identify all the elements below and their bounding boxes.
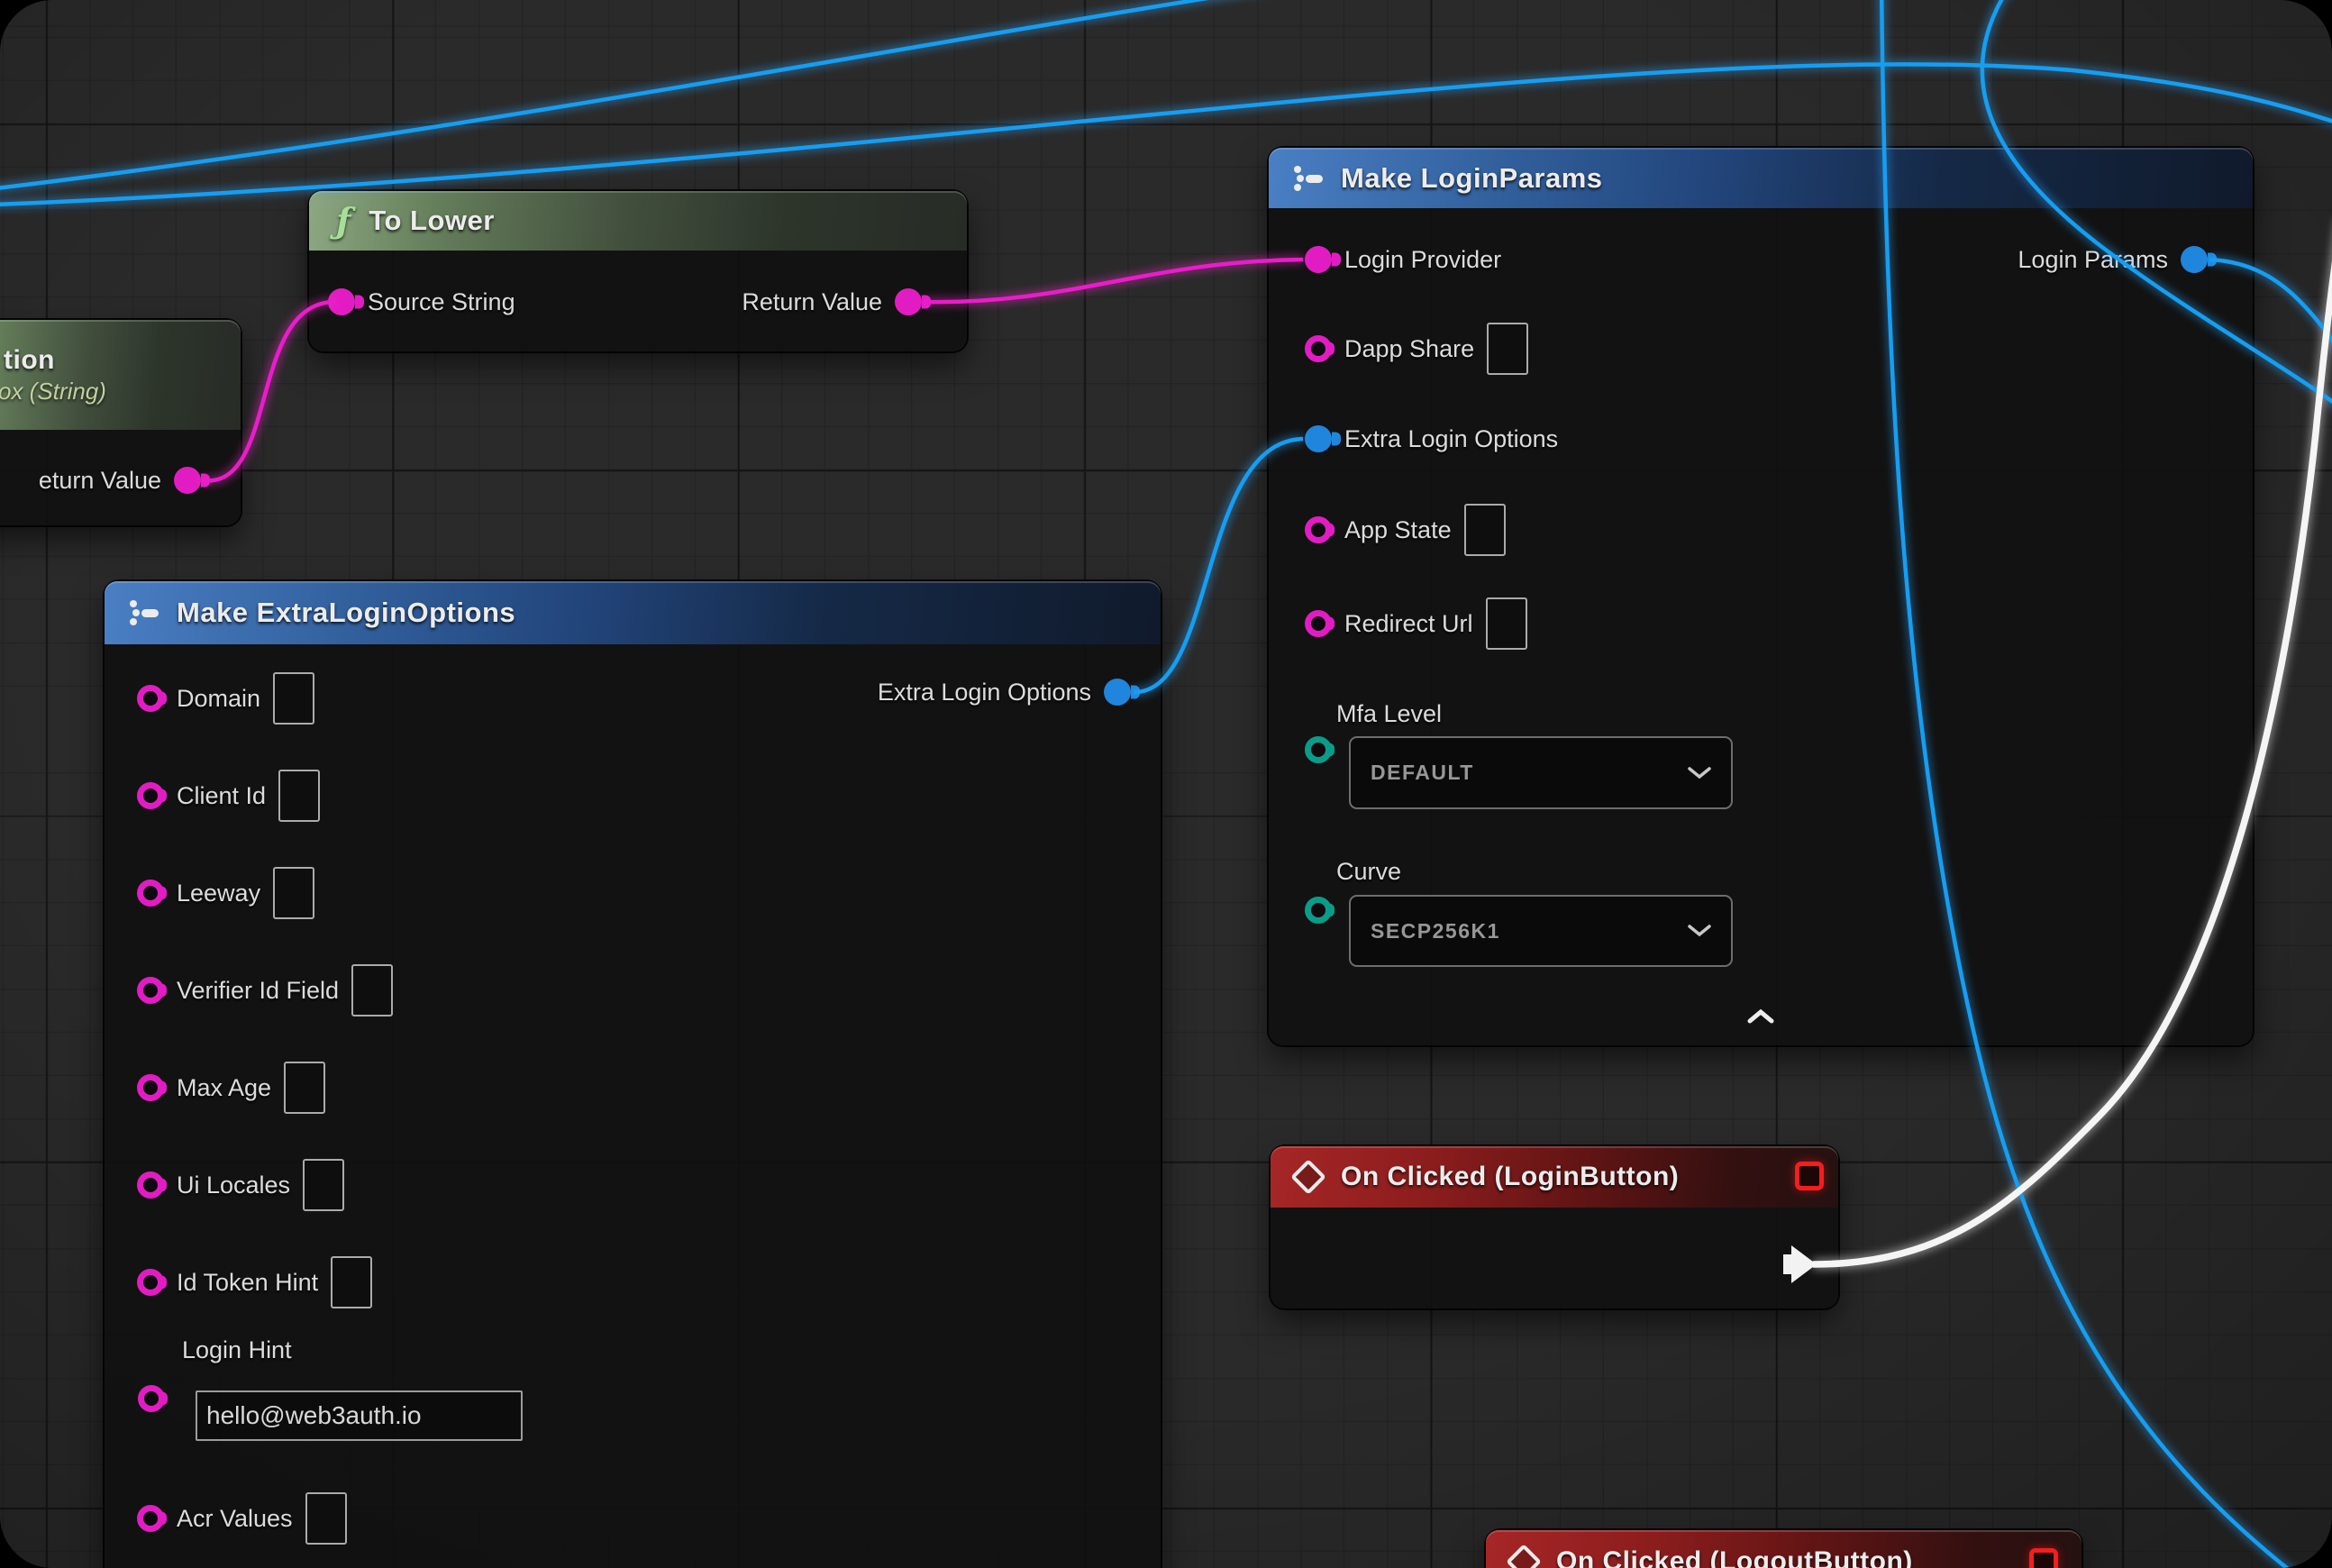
event-diamond-icon [1506,1544,1542,1568]
make-struct-icon [128,598,160,627]
node-make-login-params[interactable]: Make LoginParams Login Params Login Prov… [1269,148,2253,1045]
node-header[interactable]: ƒ To Lower [309,191,967,251]
input-pin-redirect-url[interactable] [1305,610,1332,637]
exec-output-pin[interactable] [1783,1245,1817,1283]
input-pin-curve[interactable] [1305,897,1332,924]
input-pin-id-token-hint[interactable] [137,1269,164,1296]
node-subtitle: ox (String) [0,378,106,406]
mfa-level-value: DEFAULT [1371,761,1474,785]
pin-label-acr-values: Acr Values [177,1505,293,1533]
node-title: Make LoginParams [1341,162,1603,195]
pin-label-login-provider: Login Provider [1344,246,1501,274]
id-token-hint-value-field[interactable] [331,1256,372,1308]
chevron-up-icon [1746,1008,1775,1025]
input-pin-dapp-share[interactable] [1305,335,1332,362]
wire-string-tolower-to-loginprovider [925,260,1303,302]
node-header[interactable]: On Clicked (LoginButton) [1271,1146,1838,1208]
pin-label-verifier-id-field: Verifier Id Field [177,977,339,1005]
input-pin-login-provider[interactable] [1305,246,1332,273]
pin-label-app-state: App State [1344,516,1452,544]
max-age-value-field[interactable] [284,1062,325,1114]
login-hint-input[interactable] [196,1390,523,1441]
node-header[interactable]: tion ox (String) [0,320,241,430]
output-pin-return-value[interactable] [895,288,922,315]
pin-label-login-hint: Login Hint [182,1336,292,1364]
make-struct-icon [1292,164,1325,193]
pin-label-id-token-hint: Id Token Hint [177,1269,318,1297]
pin-label-dapp-share: Dapp Share [1344,335,1474,363]
pin-label-domain: Domain [177,685,260,713]
pin-label-curve: Curve [1336,858,1401,886]
input-pin-client-id[interactable] [137,782,164,809]
node-title: Make ExtraLoginOptions [177,597,515,629]
dapp-share-value-field[interactable] [1487,323,1528,375]
node-on-clicked-login-button[interactable]: On Clicked (LoginButton) [1271,1146,1838,1308]
pin-label-ui-locales: Ui Locales [177,1171,290,1199]
app-state-value-field[interactable] [1464,504,1506,556]
pin-label-return-value: Return Value [742,288,882,316]
input-pin-mfa-level[interactable] [1305,736,1332,763]
input-pin-verifier-id-field[interactable] [137,977,164,1004]
pin-label-extra-login-options: Extra Login Options [1344,425,1558,453]
input-pin-leeway[interactable] [137,880,164,907]
event-diamond-icon [1290,1159,1326,1195]
stop-debug-icon[interactable] [2029,1548,2058,1568]
ui-locales-value-field[interactable] [303,1159,344,1211]
node-get-text-partial[interactable]: tion ox (String) eturn Value [0,320,241,525]
collapse-node-button[interactable] [1746,1008,1775,1029]
input-pin-domain[interactable] [137,685,164,712]
node-title: On Clicked (LogoutButton) [1556,1546,1913,1568]
pin-label-source-string: Source String [368,288,515,316]
chevron-down-icon [1688,767,1711,779]
input-pin-login-hint[interactable] [138,1385,165,1412]
node-header[interactable]: Make LoginParams [1269,148,2253,208]
mfa-level-dropdown[interactable]: DEFAULT [1349,736,1733,809]
redirect-url-value-field[interactable] [1486,597,1527,650]
node-on-clicked-logout-button[interactable]: On Clicked (LogoutButton) [1486,1530,2081,1568]
chevron-down-icon [1688,925,1711,937]
input-pin-extra-login-options[interactable] [1305,425,1332,452]
input-pin-source-string[interactable] [328,288,355,315]
output-pin-return-value[interactable] [174,467,201,494]
leeway-value-field[interactable] [273,867,314,919]
acr-values-value-field[interactable] [305,1492,347,1545]
node-header[interactable]: On Clicked (LogoutButton) [1486,1530,2081,1568]
domain-value-field[interactable] [273,672,314,725]
function-icon: ƒ [336,204,351,238]
input-pin-ui-locales[interactable] [137,1171,164,1199]
curve-value: SECP256K1 [1371,919,1500,944]
node-header[interactable]: Make ExtraLoginOptions [105,581,1161,644]
verifier-id-value-field[interactable] [351,964,393,1016]
curve-dropdown[interactable]: SECP256K1 [1349,895,1733,967]
client-id-value-field[interactable] [278,770,320,822]
pin-label-login-params: Login Params [2018,246,2168,274]
pin-label-return-value: eturn Value [39,467,161,495]
pin-label-mfa-level: Mfa Level [1336,700,1442,728]
input-pin-acr-values[interactable] [137,1505,164,1532]
pin-label-max-age: Max Age [177,1074,271,1102]
output-pin-login-params[interactable] [2181,246,2208,273]
node-title: On Clicked (LoginButton) [1341,1162,1679,1192]
pin-label-redirect-url: Redirect Url [1344,610,1473,638]
output-pin-extra-login-options[interactable] [1104,679,1131,706]
pin-label-extra-login-options: Extra Login Options [878,679,1091,707]
blueprint-graph-canvas[interactable]: tion ox (String) eturn Value ƒ To Lower … [0,0,2332,1568]
input-pin-app-state[interactable] [1305,516,1332,543]
node-title: To Lower [369,205,494,237]
node-title: tion [4,345,55,376]
pin-label-leeway: Leeway [177,880,260,907]
node-make-extra-login-options[interactable]: Make ExtraLoginOptions Extra Login Optio… [105,581,1161,1568]
pin-label-client-id: Client Id [177,782,266,810]
node-to-lower[interactable]: ƒ To Lower Source String Return Value [309,191,967,351]
input-pin-max-age[interactable] [137,1074,164,1101]
stop-debug-icon[interactable] [1795,1162,1824,1190]
